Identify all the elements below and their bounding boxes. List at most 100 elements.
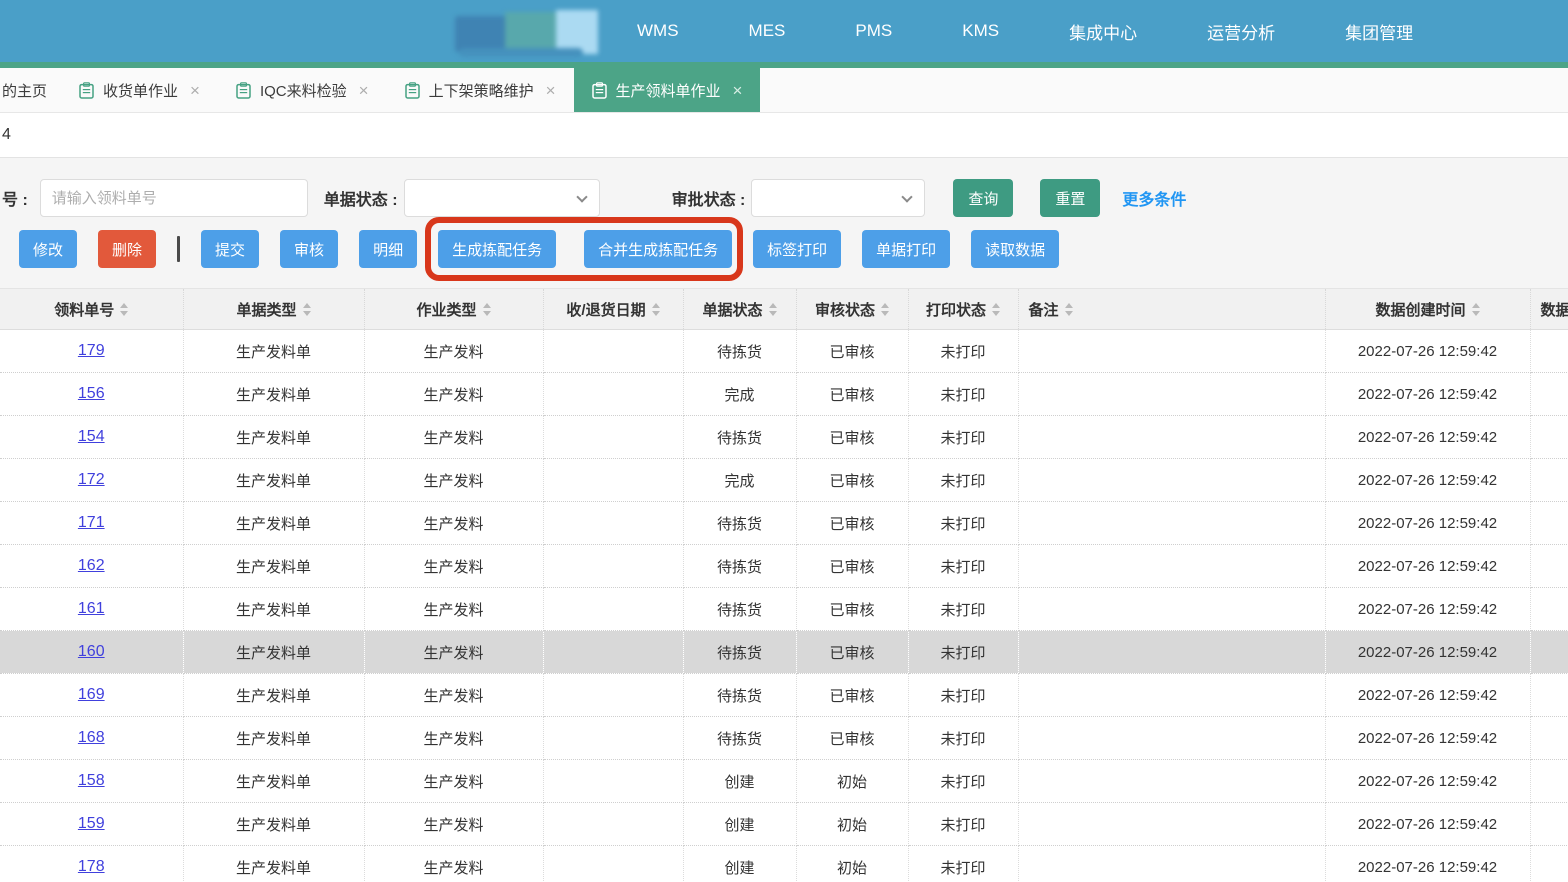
cell-created-at: 2022-07-26 12:59:42	[1325, 803, 1530, 846]
column-header-label: 单据状态	[702, 299, 762, 320]
doc-no-link[interactable]: 156	[78, 385, 105, 402]
toolbar-button[interactable]: 读取数据	[971, 230, 1059, 268]
doc-status-select[interactable]	[404, 179, 600, 217]
doc-no-link[interactable]: 161	[78, 600, 105, 617]
toolbar-button[interactable]: 修改	[19, 230, 77, 268]
cell-doc-status: 待拣货	[683, 330, 796, 373]
cell-doc-status: 完成	[683, 373, 796, 416]
nav-menu-item[interactable]: KMS	[962, 21, 999, 41]
nav-menu-item[interactable]: 集成中心	[1069, 19, 1137, 44]
page-title-partial: 4	[2, 126, 11, 144]
cell-recv-date	[543, 631, 683, 674]
cell-remark	[1018, 631, 1325, 674]
column-header[interactable]: 审核状态	[796, 289, 908, 330]
tab-item[interactable]: IQC来料检验×	[218, 68, 387, 112]
nav-menu-item[interactable]: PMS	[855, 21, 892, 41]
table-row[interactable]: 159生产发料单生产发料创建初始未打印2022-07-26 12:59:42	[0, 803, 1568, 846]
table-row[interactable]: 171生产发料单生产发料待拣货已审核未打印2022-07-26 12:59:42	[0, 502, 1568, 545]
sort-icon[interactable]	[1472, 303, 1480, 316]
doc-no-link[interactable]: 168	[78, 729, 105, 746]
doc-no-link[interactable]: 154	[78, 428, 105, 445]
toolbar-button[interactable]: 提交	[201, 230, 259, 268]
column-header[interactable]: 收/退货日期	[543, 289, 683, 330]
doc-no-link[interactable]: 171	[78, 514, 105, 531]
table-row[interactable]: 169生产发料单生产发料待拣货已审核未打印2022-07-26 12:59:42	[0, 674, 1568, 717]
highlighted-button-group: 生成拣配任务合并生成拣配任务	[438, 230, 732, 268]
approval-status-label: 审批状态 :	[672, 186, 746, 210]
table-row[interactable]: 158生产发料单生产发料创建初始未打印2022-07-26 12:59:42	[0, 760, 1568, 803]
column-header-label: 作业类型	[416, 299, 476, 320]
table-row[interactable]: 178生产发料单生产发料创建初始未打印2022-07-26 12:59:42	[0, 846, 1568, 882]
doc-no-link[interactable]: 172	[78, 471, 105, 488]
column-header[interactable]: 数据创建时间	[1325, 289, 1530, 330]
sort-icon[interactable]	[120, 303, 128, 316]
sort-icon[interactable]	[483, 303, 491, 316]
tab-item[interactable]: 收货单作业×	[61, 68, 218, 112]
sort-icon[interactable]	[992, 303, 1000, 316]
clipboard-icon	[592, 82, 607, 99]
tab-active[interactable]: 生产领料单作业×	[574, 68, 761, 112]
cell-recv-date	[543, 373, 683, 416]
doc-no-link[interactable]: 160	[78, 643, 105, 660]
table-row[interactable]: 162生产发料单生产发料待拣货已审核未打印2022-07-26 12:59:42	[0, 545, 1568, 588]
approval-status-select[interactable]	[751, 179, 925, 217]
table-row[interactable]: 161生产发料单生产发料待拣货已审核未打印2022-07-26 12:59:42	[0, 588, 1568, 631]
column-header[interactable]: 备注	[1018, 289, 1325, 330]
toolbar-button[interactable]: 合并生成拣配任务	[584, 230, 732, 268]
cell-created-at: 2022-07-26 12:59:42	[1325, 631, 1530, 674]
column-header[interactable]: 单据状态	[683, 289, 796, 330]
table-row[interactable]: 179生产发料单生产发料待拣货已审核未打印2022-07-26 12:59:42	[0, 330, 1568, 373]
column-header[interactable]: 单据类型	[183, 289, 364, 330]
column-header[interactable]: 领料单号	[0, 289, 183, 330]
toolbar-button[interactable]: 单据打印	[862, 230, 950, 268]
doc-no-input[interactable]	[40, 179, 308, 217]
more-conditions-link[interactable]: 更多条件	[1122, 186, 1186, 210]
doc-no-link[interactable]: 162	[78, 557, 105, 574]
table-row[interactable]: 156生产发料单生产发料完成已审核未打印2022-07-26 12:59:42	[0, 373, 1568, 416]
nav-menu-item[interactable]: WMS	[637, 21, 679, 41]
tab-item[interactable]: 的主页	[0, 68, 61, 112]
doc-no-link[interactable]: 169	[78, 686, 105, 703]
cell-doc-status: 待拣货	[683, 588, 796, 631]
toolbar-button[interactable]: 明细	[359, 230, 417, 268]
sort-desc-icon	[303, 311, 311, 316]
table-row[interactable]: 160生产发料单生产发料待拣货已审核未打印2022-07-26 12:59:42	[0, 631, 1568, 674]
toolbar-button[interactable]: 删除	[98, 230, 156, 268]
sort-desc-icon	[992, 311, 1000, 316]
sort-icon[interactable]	[1065, 303, 1073, 316]
close-icon[interactable]: ×	[190, 82, 200, 99]
cell-op-type: 生产发料	[364, 803, 543, 846]
sort-icon[interactable]	[881, 303, 889, 316]
sort-icon[interactable]	[303, 303, 311, 316]
doc-no-link[interactable]: 158	[78, 772, 105, 789]
column-header[interactable]: 作业类型	[364, 289, 543, 330]
toolbar-button[interactable]: 审核	[280, 230, 338, 268]
column-header-inner: 备注	[1019, 299, 1325, 320]
doc-no-link[interactable]: 178	[78, 858, 105, 875]
chevron-down-icon	[902, 191, 913, 202]
doc-no-link[interactable]: 159	[78, 815, 105, 832]
cell-audit-status: 初始	[796, 846, 908, 882]
close-icon[interactable]: ×	[546, 82, 556, 99]
nav-menu-item[interactable]: 运营分析	[1207, 19, 1275, 44]
doc-status-label: 单据状态 :	[324, 186, 398, 210]
toolbar-button[interactable]: 生成拣配任务	[438, 230, 556, 268]
doc-no-link[interactable]: 179	[78, 342, 105, 359]
close-icon[interactable]: ×	[733, 82, 743, 99]
column-header[interactable]: 打印状态	[908, 289, 1018, 330]
cell-print-status: 未打印	[908, 846, 1018, 882]
reset-button[interactable]: 重置	[1040, 179, 1100, 217]
search-button[interactable]: 查询	[953, 179, 1013, 217]
cell-op-type: 生产发料	[364, 416, 543, 459]
nav-menu-item[interactable]: 集团管理	[1345, 19, 1413, 44]
close-icon[interactable]: ×	[359, 82, 369, 99]
tab-item[interactable]: 上下架策略维护×	[387, 68, 574, 112]
column-header[interactable]: 数据	[1530, 289, 1568, 330]
table-row[interactable]: 172生产发料单生产发料完成已审核未打印2022-07-26 12:59:42	[0, 459, 1568, 502]
sort-icon[interactable]	[652, 303, 660, 316]
nav-menu-item[interactable]: MES	[749, 21, 786, 41]
table-row[interactable]: 168生产发料单生产发料待拣货已审核未打印2022-07-26 12:59:42	[0, 717, 1568, 760]
toolbar-button[interactable]: 标签打印	[753, 230, 841, 268]
table-row[interactable]: 154生产发料单生产发料待拣货已审核未打印2022-07-26 12:59:42	[0, 416, 1568, 459]
sort-icon[interactable]	[769, 303, 777, 316]
